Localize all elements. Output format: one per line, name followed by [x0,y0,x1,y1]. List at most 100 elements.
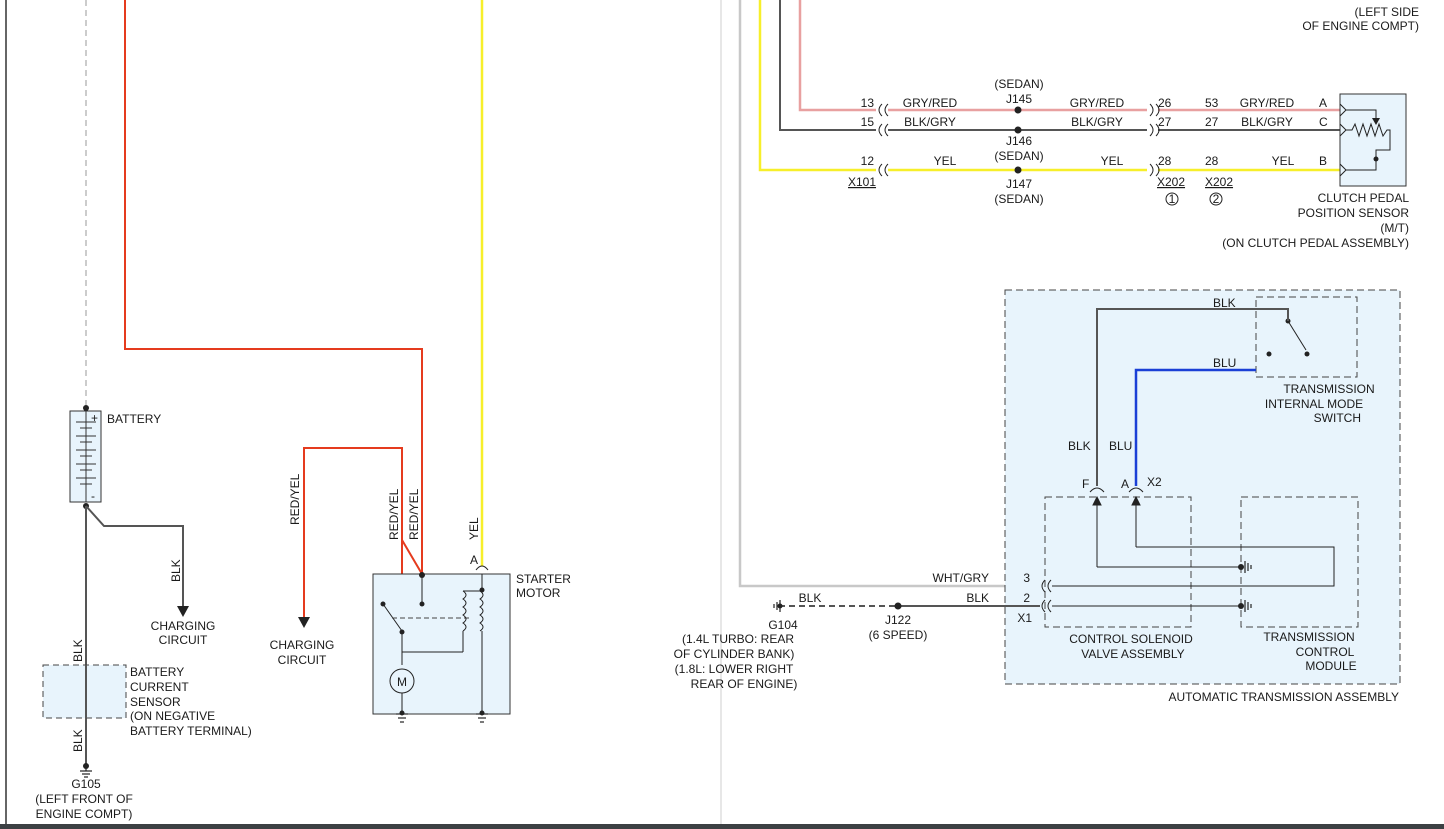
motor-letter: M [397,675,407,689]
g104-id: G104 [768,618,798,632]
seg1-blk-gry: BLK/GRY [904,115,956,129]
switch-line2: INTERNAL MODE [1265,397,1363,411]
wiring-diagram: (LEFT SIDE OF ENGINE COMPT) + - BATTERY … [5,0,1419,829]
x2-label: X2 [1147,475,1162,489]
x202-2-pin-28: 28 [1205,154,1219,168]
clutch-sensor-line4: (ON CLUTCH PEDAL ASSEMBLY) [1222,236,1409,250]
yel-wire-clutch [758,0,876,172]
connector-x101 [878,103,889,177]
trans-blu-label-top: BLU [1213,356,1236,370]
ground-wire-label-top: BLK [71,639,85,662]
x101-label: X101 [848,175,876,189]
trans-blk-label-top: BLK [1213,296,1236,310]
x202-2-pin-53: 53 [1205,96,1219,110]
seg2-yel: YEL [1101,154,1124,168]
trans-blu-label: BLU [1109,439,1132,453]
current-sensor-line1: BATTERY [130,665,184,679]
j122-label: J122 [885,613,911,627]
red-wire-main [124,0,423,574]
battery-charging-wire [85,505,184,608]
g105-line1: (LEFT FRONT OF [35,792,133,806]
solenoid-line1: CONTROL SOLENOID [1069,632,1193,646]
splice-j145 [1014,106,1022,114]
top-right-line2: OF ENGINE COMPT) [1302,19,1419,33]
g105-line2: ENGINE COMPT) [36,807,133,821]
top-right-line1: (LEFT SIDE [1355,5,1419,19]
g104-wire-label: BLK [799,591,822,605]
seg2-blk-gry: BLK/GRY [1071,115,1123,129]
x202-label-2: X202 [1205,175,1233,189]
j122-note: (6 SPEED) [869,628,928,642]
g105-id: G105 [71,777,101,791]
j145-label: J145 [1006,92,1032,106]
trans-blk-label: BLK [1068,439,1091,453]
x202-1-pin-28: 28 [1158,154,1172,168]
pin-2: 2 [1023,591,1030,605]
transmission-section: AUTOMATIC TRANSMISSION ASSEMBLY TRANSMIS… [674,289,1401,704]
battery-charging-wire-label: BLK [169,559,183,582]
yel-label-starter: YEL [467,517,481,540]
sedan-j147: (SEDAN) [994,192,1043,206]
starter-pin-a: A [470,553,478,567]
pin-3: 3 [1023,571,1030,585]
trans-blk2-label: BLK [966,591,989,605]
battery-current-sensor-box [42,664,127,719]
top-right-note: (LEFT SIDE OF ENGINE COMPT) [1302,5,1419,33]
tcm-box [1240,496,1359,628]
x202-2-pin-27: 27 [1205,115,1219,129]
starter-label-line1: STARTER [516,572,571,586]
wht-gry-label: WHT/GRY [933,571,989,585]
pin-a: A [1121,477,1129,491]
seg3-yel: YEL [1272,154,1295,168]
starter-label-line2: MOTOR [516,586,561,600]
x101-pin-12: 12 [861,154,875,168]
starter-motor-box [372,573,511,715]
pin-f: F [1082,477,1089,491]
bottom-scrollbar-strip [0,824,1444,829]
seg3-gry-red: GRY/RED [1240,96,1295,110]
sedan-j146: (SEDAN) [994,149,1043,163]
red-yel-label-2: RED/YEL [387,488,401,540]
charging-arrow-1 [177,606,189,617]
solenoid-line2: VALVE ASSEMBLY [1081,647,1184,661]
splice-j147 [1014,166,1022,174]
clutch-sensor-line3: (M/T) [1380,221,1409,235]
x1-label: X1 [1017,611,1032,625]
clutch-sensor-box [1339,93,1407,187]
sensor-pin-a: A [1319,96,1327,110]
current-sensor-line4: (ON NEGATIVE [130,709,215,723]
battery-section: + - BATTERY BLK CHARGING CIRCUIT BLK BLK… [35,0,252,821]
ground-symbol-g105 [80,766,92,778]
x202-1-pin-26: 26 [1158,96,1172,110]
current-sensor-line3: SENSOR [130,695,181,709]
tcm-line3: MODULE [1305,659,1356,673]
circle-2: 2 [1213,192,1220,206]
x202-label-1: X202 [1157,175,1185,189]
charging-circuit-1-line2: CIRCUIT [159,633,208,647]
sedan-j145: (SEDAN) [994,77,1043,91]
x101-pin-13: 13 [861,96,875,110]
red-yel-label-1: RED/YEL [288,473,302,525]
switch-line1: TRANSMISSION [1283,382,1374,396]
starter-section: RED/YEL RED/YEL RED/YEL CHARGING CIRCUIT… [124,0,571,723]
battery-minus: - [91,489,95,503]
x202-1-pin-27: 27 [1158,115,1172,129]
clutch-sensor-line2: POSITION SENSOR [1298,206,1410,220]
switch-line3: SWITCH [1314,411,1361,425]
seg1-yel: YEL [934,154,957,168]
seg3-blk-gry: BLK/GRY [1241,115,1293,129]
ground-wire-label-bottom: BLK [71,729,85,752]
charging-circuit-2-line2: CIRCUIT [278,653,327,667]
x101-pin-15: 15 [861,115,875,129]
splice-j122 [894,602,902,610]
red-yel-label-3: RED/YEL [407,488,421,540]
ground-symbol-starter [396,713,488,723]
battery-label: BATTERY [107,412,161,426]
j146-label: J146 [1006,134,1032,148]
clutch-sensor-line1: CLUTCH PEDAL [1318,191,1410,205]
current-sensor-line5: BATTERY TERMINAL) [130,724,252,738]
g104-line4: REAR OF ENGINE) [691,677,798,691]
charging-circuit-1-line1: CHARGING [151,619,216,633]
charging-arrow-2 [298,617,310,628]
j147-label: J147 [1006,177,1032,191]
